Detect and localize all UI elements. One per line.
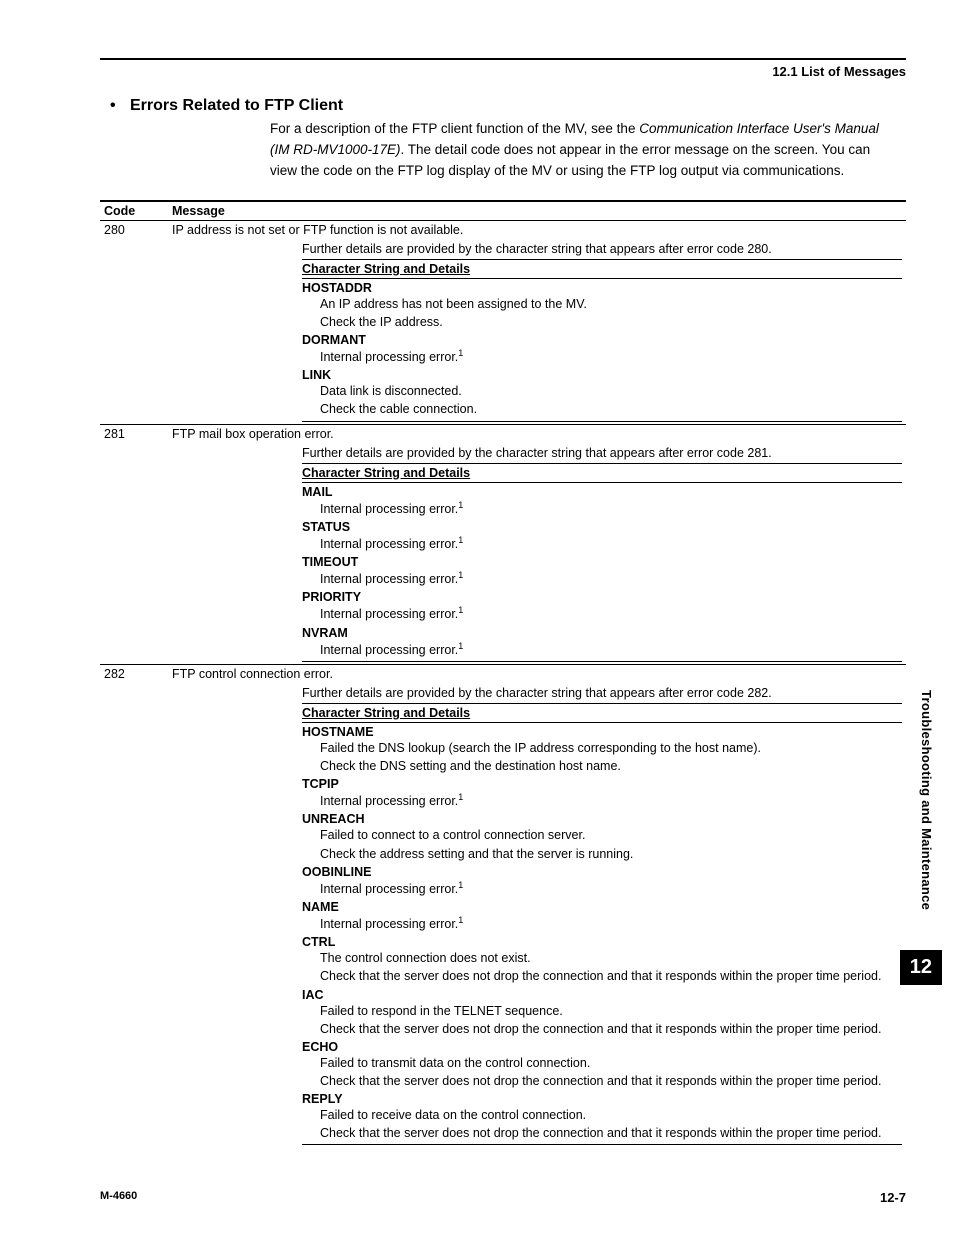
detail-desc: Check the DNS setting and the destinatio…	[302, 757, 902, 775]
message-cell: FTP control connection error.	[168, 664, 906, 683]
chapter-number: 12	[900, 950, 942, 985]
detail-desc: Internal processing error.1	[302, 499, 902, 518]
detail-desc: Internal processing error.1	[302, 569, 902, 588]
detail-desc: Internal processing error.1	[302, 534, 902, 553]
detail-desc: Failed to receive data on the control co…	[302, 1106, 902, 1124]
side-tab-label: Troubleshooting and Maintenance	[919, 690, 934, 910]
detail-desc: Internal processing error.1	[302, 347, 902, 366]
intro-text-a: For a description of the FTP client func…	[270, 121, 639, 136]
detail-desc: Check the cable connection.	[302, 400, 902, 418]
detail-desc: Failed the DNS lookup (search the IP add…	[302, 739, 902, 757]
intro-paragraph: For a description of the FTP client func…	[270, 119, 896, 182]
detail-term: NAME	[302, 898, 902, 914]
code-cell: 282	[100, 664, 168, 683]
detail-desc: Check that the server does not drop the …	[302, 967, 902, 985]
detail-desc: Failed to respond in the TELNET sequence…	[302, 1002, 902, 1020]
detail-intro: Further details are provided by the char…	[302, 685, 902, 701]
detail-desc: Data link is disconnected.	[302, 382, 902, 400]
detail-desc: Internal processing error.1	[302, 791, 902, 810]
detail-term: PRIORITY	[302, 588, 902, 604]
detail-intro: Further details are provided by the char…	[302, 241, 902, 257]
detail-desc: Check that the server does not drop the …	[302, 1124, 902, 1142]
detail-desc: Check that the server does not drop the …	[302, 1020, 902, 1038]
message-cell: IP address is not set or FTP function is…	[168, 220, 906, 239]
detail-term: STATUS	[302, 518, 902, 534]
detail-intro: Further details are provided by the char…	[302, 445, 902, 461]
detail-term: HOSTADDR	[302, 279, 902, 295]
detail-desc: Internal processing error.1	[302, 604, 902, 623]
detail-term: REPLY	[302, 1090, 902, 1106]
th-message: Message	[168, 201, 906, 221]
detail-term: TIMEOUT	[302, 553, 902, 569]
detail-desc: Internal processing error.1	[302, 914, 902, 933]
detail-term: MAIL	[302, 483, 902, 499]
detail-header: Character String and Details	[302, 259, 902, 279]
detail-desc: Internal processing error.1	[302, 879, 902, 898]
header-section: 12.1 List of Messages	[100, 64, 906, 79]
detail-term: HOSTNAME	[302, 723, 902, 739]
footer-doc-id: M-4660	[100, 1190, 137, 1205]
detail-desc: Failed to transmit data on the control c…	[302, 1054, 902, 1072]
detail-term: NVRAM	[302, 624, 902, 640]
detail-header: Character String and Details	[302, 463, 902, 483]
detail-desc: Internal processing error.1	[302, 640, 902, 659]
th-code: Code	[100, 201, 168, 221]
detail-term: ECHO	[302, 1038, 902, 1054]
code-cell: 281	[100, 424, 168, 443]
message-cell: FTP mail box operation error.	[168, 424, 906, 443]
detail-header: Character String and Details	[302, 703, 902, 723]
detail-term: DORMANT	[302, 331, 902, 347]
detail-term: CTRL	[302, 933, 902, 949]
code-cell: 280	[100, 220, 168, 239]
detail-term: UNREACH	[302, 810, 902, 826]
detail-term: OOBINLINE	[302, 863, 902, 879]
section-title: •Errors Related to FTP Client	[110, 97, 906, 115]
footer-page: 12-7	[880, 1190, 906, 1205]
detail-desc: Failed to connect to a control connectio…	[302, 826, 902, 844]
detail-term: IAC	[302, 986, 902, 1002]
detail-desc: Check that the server does not drop the …	[302, 1072, 902, 1090]
detail-term: LINK	[302, 366, 902, 382]
section-title-text: Errors Related to FTP Client	[130, 97, 343, 114]
detail-desc: Check the IP address.	[302, 313, 902, 331]
detail-desc: The control connection does not exist.	[302, 949, 902, 967]
detail-desc: An IP address has not been assigned to t…	[302, 295, 902, 313]
error-codes-table: Code Message 280IP address is not set or…	[100, 200, 906, 1148]
detail-term: TCPIP	[302, 775, 902, 791]
bullet-icon: •	[110, 97, 130, 115]
detail-desc: Check the address setting and that the s…	[302, 845, 902, 863]
